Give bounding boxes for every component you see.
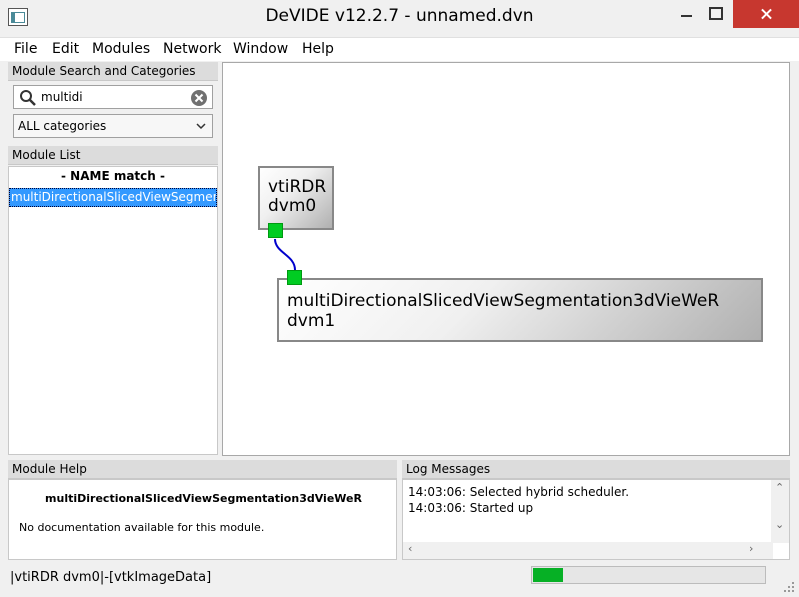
list-group-label: - NAME match - [61, 169, 165, 183]
module-help-header: Module Help [8, 460, 397, 479]
module-list[interactable]: - NAME match - multiDirectionalSlicedVie… [8, 166, 218, 455]
help-module-name: multiDirectionalSlicedViewSegmentation3d… [45, 492, 362, 505]
log-line: 14:03:06: Started up [408, 501, 534, 515]
list-item-selected[interactable]: multiDirectionalSlicedViewSegmentation3d… [9, 188, 217, 207]
search-input[interactable]: multidi [13, 85, 213, 109]
menu-file[interactable]: File [14, 41, 37, 57]
horizontal-scrollbar[interactable]: ‹ › [403, 542, 773, 559]
menu-bar: File Edit Modules Network Window Help [0, 37, 799, 61]
chevron-up-icon[interactable]: ⌃ [775, 481, 784, 494]
chevron-down-icon[interactable]: ⌄ [775, 518, 784, 531]
menu-network[interactable]: Network [163, 41, 221, 57]
close-button[interactable] [733, 0, 799, 28]
module-list-header: Module List [8, 146, 218, 165]
module-glyph-multidirectional[interactable]: multiDirectionalSlicedViewSegmentation3d… [277, 278, 763, 342]
glyph-name: multiDirectionalSlicedViewSegmentation3d… [287, 291, 720, 311]
resize-grip-icon[interactable] [783, 581, 795, 593]
menu-window[interactable]: Window [233, 41, 288, 57]
module-glyph-vtirdr[interactable]: vtiRDR dvm0 [258, 166, 334, 230]
chevron-right-icon[interactable]: › [749, 542, 753, 555]
search-input-value: multidi [41, 90, 83, 104]
menu-help[interactable]: Help [302, 41, 334, 57]
log-header: Log Messages [402, 460, 790, 479]
category-select-value: ALL categories [18, 119, 107, 133]
glyph-instance: dvm0 [268, 196, 317, 216]
vertical-scrollbar[interactable]: ⌃ ⌄ [771, 480, 789, 543]
glyph-name: vtiRDR [268, 177, 327, 197]
log-line: 14:03:06: Selected hybrid scheduler. [408, 485, 630, 499]
chevron-left-icon[interactable]: ‹ [408, 542, 412, 555]
glyph-instance: dvm1 [287, 311, 336, 331]
network-canvas[interactable]: vtiRDR dvm0 multiDirectionalSlicedViewSe… [222, 62, 790, 456]
clear-icon[interactable] [190, 89, 208, 107]
menu-edit[interactable]: Edit [52, 41, 79, 57]
status-text: |vtiRDR dvm0|-[vtkImageData] [10, 570, 212, 585]
log-panel: 14:03:06: Selected hybrid scheduler. 14:… [402, 479, 790, 560]
category-select[interactable]: ALL categories [13, 114, 213, 138]
title-bar: DeVIDE v12.2.7 - unnamed.dvn [0, 0, 799, 36]
module-help-panel: multiDirectionalSlicedViewSegmentation3d… [8, 479, 397, 560]
connection-line [274, 238, 296, 271]
search-panel-header: Module Search and Categories [8, 62, 218, 81]
progress-bar [531, 566, 766, 584]
search-icon [20, 90, 36, 106]
help-text: No documentation available for this modu… [19, 521, 265, 534]
chevron-down-icon [196, 123, 206, 130]
progress-fill [533, 568, 563, 582]
maximize-button[interactable] [697, 0, 733, 30]
input-port[interactable] [287, 270, 302, 285]
output-port[interactable] [268, 223, 283, 238]
menu-modules[interactable]: Modules [92, 41, 150, 57]
